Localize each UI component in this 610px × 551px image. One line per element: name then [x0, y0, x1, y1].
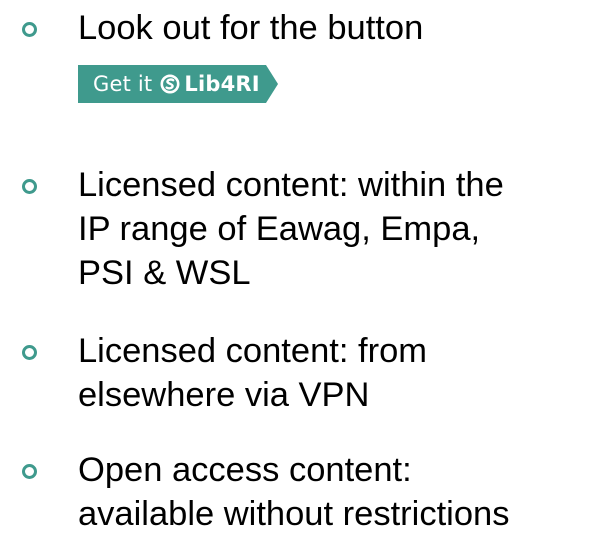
get-it-arrow-shape [265, 65, 278, 103]
get-it-button-body[interactable]: Get it Lib4RI [78, 65, 266, 103]
bullet-text: Open access content: available without r… [78, 451, 510, 533]
bullet-circle-icon [22, 22, 37, 37]
bullet-circle-icon [22, 464, 37, 479]
slide: Look out for the button Get it Lib4RI Li… [0, 0, 610, 551]
lib4ri-logo-icon [160, 74, 180, 94]
get-it-lib4ri-button[interactable]: Get it Lib4RI [78, 65, 278, 103]
bullet-text: Licensed content: from elsewhere via VPN [78, 332, 428, 414]
bullet-text: Look out for the button [78, 9, 424, 47]
bullet-circle-icon [22, 345, 37, 360]
bullet-circle-icon [22, 179, 37, 194]
get-it-label: Get it [93, 72, 153, 96]
bullet-text: Licensed content: within the IP range of… [78, 166, 504, 292]
get-it-brand: Lib4RI [184, 72, 260, 96]
